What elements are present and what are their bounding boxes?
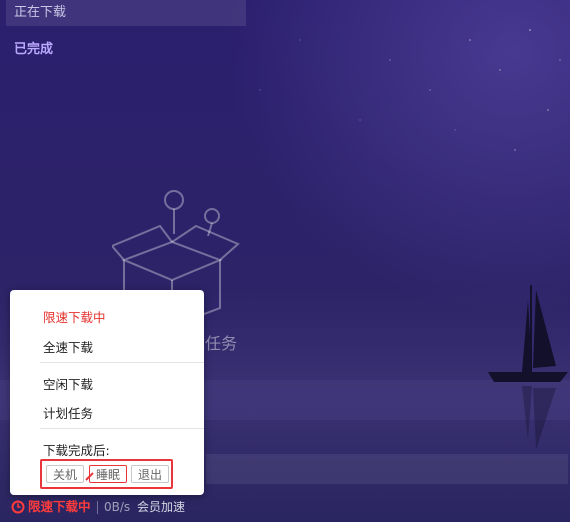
download-speed: 0B/s bbox=[104, 500, 131, 514]
speed-mode-menu: 限速下载中 全速下载 空闲下载 计划任务 下载完成后: 关机 睡眠 退出 bbox=[10, 290, 204, 495]
menu-divider bbox=[40, 362, 204, 363]
tab-downloading[interactable]: 正在下载 bbox=[6, 0, 246, 26]
status-bar: 限速下载中 0B/s 会员加速 bbox=[0, 498, 570, 522]
menu-item-full-speed[interactable]: 全速下载 bbox=[43, 337, 93, 356]
speed-limit-status[interactable]: 限速下载中 bbox=[28, 498, 91, 516]
bottom-strip bbox=[206, 454, 568, 484]
after-complete-label: 下载完成后: bbox=[43, 443, 110, 458]
menu-item-limit-speed[interactable]: 限速下载中 bbox=[43, 307, 106, 326]
menu-item-idle-download[interactable]: 空闲下载 bbox=[43, 374, 93, 393]
after-complete-options-highlight: 关机 睡眠 退出 bbox=[40, 459, 173, 489]
clock-icon[interactable] bbox=[11, 500, 25, 514]
vip-accelerate-link[interactable]: 会员加速 bbox=[137, 498, 185, 516]
status-divider bbox=[97, 501, 98, 514]
menu-divider bbox=[40, 428, 204, 429]
cursor-icon bbox=[85, 472, 94, 481]
exit-button[interactable]: 退出 bbox=[131, 465, 169, 483]
tab-completed[interactable]: 已完成 bbox=[14, 38, 53, 57]
menu-item-scheduled-task[interactable]: 计划任务 bbox=[43, 403, 93, 422]
shutdown-button[interactable]: 关机 bbox=[46, 465, 84, 483]
